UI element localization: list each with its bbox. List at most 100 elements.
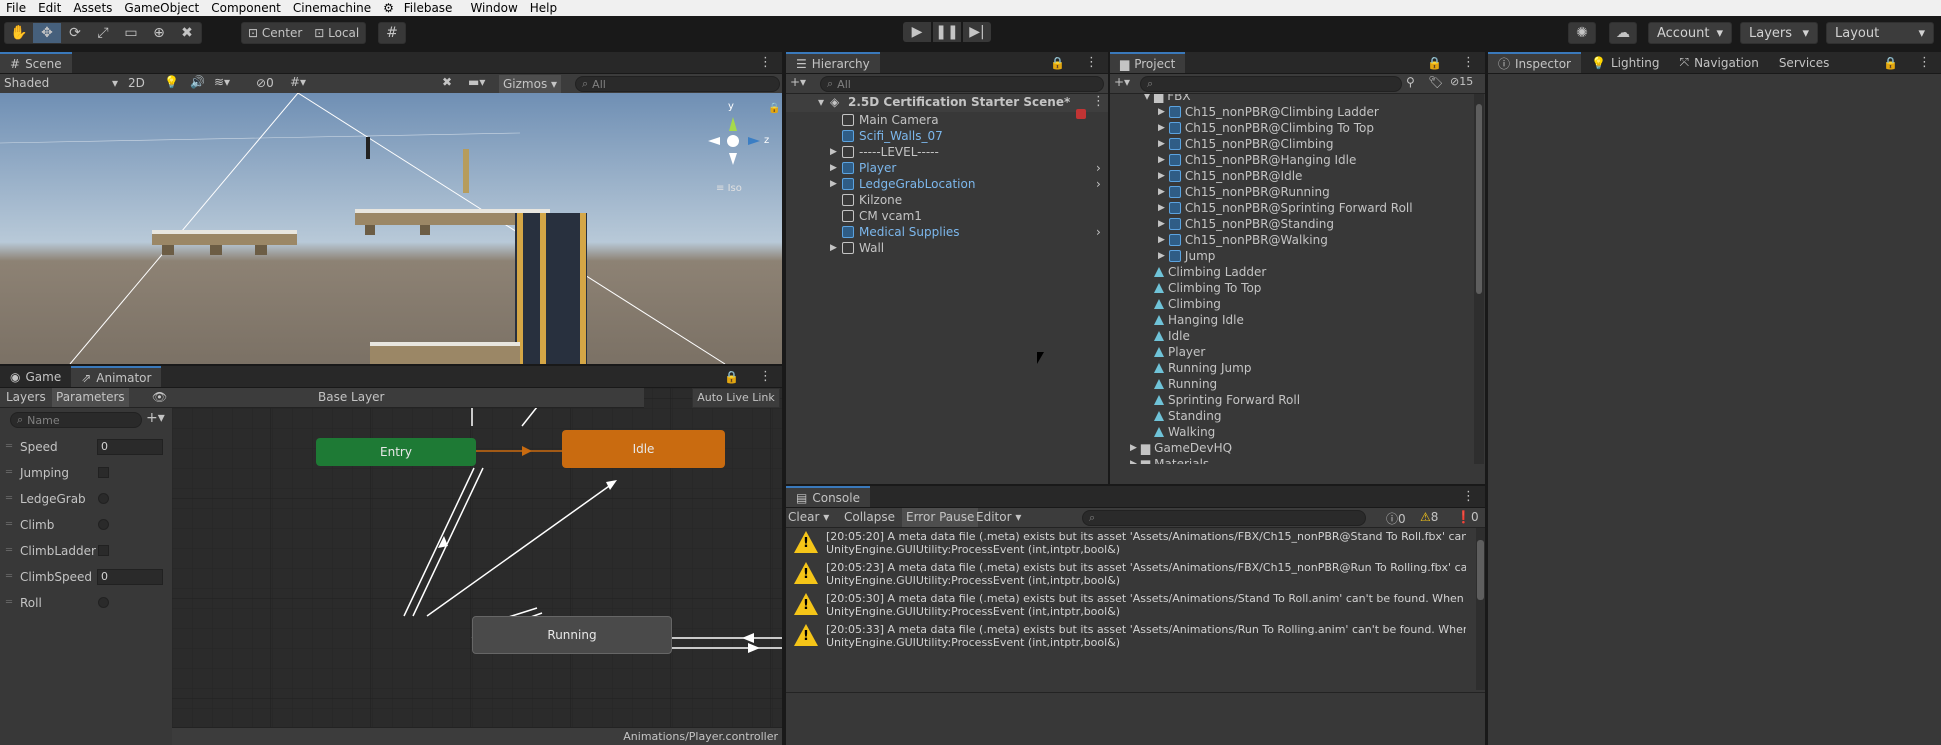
project-search-input[interactable]: ⌕ (1140, 76, 1402, 92)
hierarchy-item[interactable]: ▶ Player › (786, 160, 1108, 176)
menu-assets[interactable]: Assets (67, 0, 118, 16)
menu-help[interactable]: Help (524, 0, 563, 16)
hierarchy-item[interactable]: CM vcam1 (786, 208, 1108, 224)
expand-arrow-icon[interactable]: ▶ (1158, 136, 1165, 152)
parameter-trigger-radio[interactable] (98, 597, 109, 608)
breadcrumb-base-layer[interactable]: Base Layer (318, 390, 385, 404)
hierarchy-item[interactable]: Medical Supplies › (786, 224, 1108, 240)
lock-icon[interactable]: 🔒 (1873, 52, 1908, 73)
tab-hierarchy[interactable]: ☰ Hierarchy (786, 52, 880, 73)
lock-icon[interactable]: 🔒 (1040, 52, 1075, 73)
create-button[interactable]: +▾ (790, 75, 806, 89)
project-folder-fbx[interactable]: ▾ ▆ FBX (1144, 94, 1191, 104)
parameter-checkbox[interactable] (98, 467, 109, 478)
expand-arrow-icon[interactable]: ▶ (1130, 456, 1137, 464)
state-entry[interactable]: Entry (316, 438, 476, 466)
console-scrollbar[interactable] (1476, 528, 1485, 690)
drag-handle-icon[interactable]: ═ (6, 519, 14, 530)
project-fbx-item[interactable]: ▶ Jump (1158, 248, 1215, 264)
drag-handle-icon[interactable]: ═ (6, 493, 14, 504)
project-fbx-item[interactable]: ▶ Ch15_nonPBR@Hanging Idle (1158, 152, 1356, 168)
project-fbx-item[interactable]: ▶ Ch15_nonPBR@Climbing To Top (1158, 120, 1374, 136)
expand-arrow-icon[interactable]: ▶ (1158, 200, 1165, 216)
project-fbx-item[interactable]: ▶ Ch15_nonPBR@Idle (1158, 168, 1302, 184)
inspector-menu-icon[interactable]: ⋮ (1908, 52, 1941, 73)
project-anim-item[interactable]: Climbing (1154, 296, 1221, 312)
hand-tool-icon[interactable]: ✋ (5, 23, 33, 43)
project-fbx-item[interactable]: ▶ Ch15_nonPBR@Running (1158, 184, 1330, 200)
project-anim-item[interactable]: Running (1154, 376, 1217, 392)
rotate-tool-icon[interactable]: ⟳ (61, 23, 89, 43)
tab-lighting[interactable]: 💡 Lighting (1581, 52, 1669, 73)
hidden-objects-toggle[interactable]: ⊘0 (256, 76, 274, 90)
parameter-value-field[interactable]: 0 (97, 438, 163, 455)
console-log-entry[interactable]: [20:05:20] A meta data file (.meta) exis… (786, 528, 1474, 559)
lock-icon[interactable]: 🔒 (714, 366, 749, 387)
project-fbx-item[interactable]: ▶ Ch15_nonPBR@Standing (1158, 216, 1334, 232)
expand-arrow-icon[interactable]: ▶ (830, 144, 837, 160)
tools-icon[interactable]: ✖ (442, 75, 452, 89)
hierarchy-item[interactable]: Scifi_Walls_07 (786, 128, 1108, 144)
menu-cinemachine[interactable]: Cinemachine (287, 0, 377, 16)
hierarchy-menu-icon[interactable]: ⋮ (1075, 52, 1108, 73)
project-fbx-item[interactable]: ▶ Ch15_nonPBR@Climbing (1158, 136, 1333, 152)
tab-navigation[interactable]: ⤧ Navigation (1669, 52, 1768, 73)
chevron-right-icon[interactable]: › (1096, 160, 1101, 176)
project-anim-item[interactable]: Climbing Ladder (1154, 264, 1266, 280)
console-menu-icon[interactable]: ⋮ (1452, 486, 1485, 507)
menu-edit[interactable]: Edit (32, 0, 67, 16)
tab-animator[interactable]: ⇗ Animator (71, 366, 162, 387)
drag-handle-icon[interactable]: ═ (6, 441, 14, 452)
chevron-right-icon[interactable]: › (1096, 224, 1101, 240)
animator-graph[interactable]: Base Layer Auto Live Link Entry Idle Run… (172, 388, 782, 745)
step-button[interactable]: ▶| (963, 22, 991, 42)
effects-icon[interactable]: ≋▾ (214, 75, 230, 89)
warning-filter-toggle[interactable]: ⚠8 (1420, 510, 1438, 524)
drag-handle-icon[interactable]: ═ (6, 597, 14, 608)
clear-button[interactable]: Clear ▾ (788, 510, 829, 524)
hierarchy-item[interactable]: Kilzone (786, 192, 1108, 208)
tab-project[interactable]: ▆ Project (1110, 52, 1186, 73)
transform-tool-icon[interactable]: ⊕ (145, 23, 173, 43)
custom-tool-icon[interactable]: ✖ (173, 23, 201, 43)
parameter-row[interactable]: ═ Jumping (0, 462, 136, 483)
gizmos-dropdown[interactable]: Gizmos ▾ (499, 75, 562, 93)
info-filter-toggle[interactable]: ⓘ0 (1386, 510, 1406, 527)
toggle-2d-button[interactable]: 2D (128, 76, 145, 90)
project-anim-item[interactable]: Walking (1154, 424, 1215, 440)
parameter-row[interactable]: ═ Climb (0, 514, 136, 535)
drag-handle-icon[interactable]: ═ (6, 571, 14, 582)
add-parameter-button[interactable]: +▾ (146, 410, 165, 426)
layout-dropdown[interactable]: Layout ▾ (1826, 22, 1934, 44)
tab-game[interactable]: ◉ Game (0, 366, 71, 387)
scale-tool-icon[interactable]: ⤢ (89, 23, 117, 43)
pause-button[interactable]: ❚❚ (933, 22, 961, 42)
expand-arrow-icon[interactable]: ▶ (1158, 152, 1165, 168)
parameter-trigger-radio[interactable] (98, 493, 109, 504)
projection-label[interactable]: ≡ Iso (716, 183, 742, 194)
chevron-right-icon[interactable]: › (1096, 176, 1101, 192)
scene-root-row[interactable]: ▾ ◈ 2.5D Certification Starter Scene* ⋮ (786, 94, 1108, 112)
expand-arrow-icon[interactable]: ▶ (830, 176, 837, 192)
light-icon[interactable]: 💡 (164, 75, 179, 89)
expand-arrow-icon[interactable]: ▶ (1158, 104, 1165, 120)
scrollbar-thumb[interactable] (1476, 104, 1482, 294)
state-idle[interactable]: Idle (562, 430, 725, 468)
camera-icon[interactable]: ▬▾ (468, 75, 485, 89)
tab-scene[interactable]: # Scene (0, 52, 72, 73)
hierarchy-search-input[interactable]: ⌕ All (820, 76, 1104, 92)
filter-type-icon[interactable]: ⚲ (1406, 75, 1415, 89)
project-anim-item[interactable]: Standing (1154, 408, 1221, 424)
subtab-parameters[interactable]: Parameters (52, 388, 129, 407)
expand-arrow-icon[interactable]: ▶ (1130, 440, 1137, 456)
collab-button[interactable]: ✺ (1568, 22, 1596, 44)
console-log-entry[interactable]: [20:05:23] A meta data file (.meta) exis… (786, 559, 1474, 590)
animator-menu-icon[interactable]: ⋮ (749, 366, 782, 387)
layers-dropdown[interactable]: Layers ▾ (1740, 22, 1818, 44)
tab-inspector[interactable]: ⓘ Inspector (1488, 52, 1581, 73)
menu-filebase[interactable]: ⚙ Filebase (377, 0, 464, 16)
pivot-local-button[interactable]: ⊡ Local (308, 23, 365, 43)
account-dropdown[interactable]: Account ▾ (1648, 22, 1732, 44)
parameter-row[interactable]: ═ Speed 0 (0, 436, 163, 457)
drag-handle-icon[interactable]: ═ (6, 545, 14, 556)
